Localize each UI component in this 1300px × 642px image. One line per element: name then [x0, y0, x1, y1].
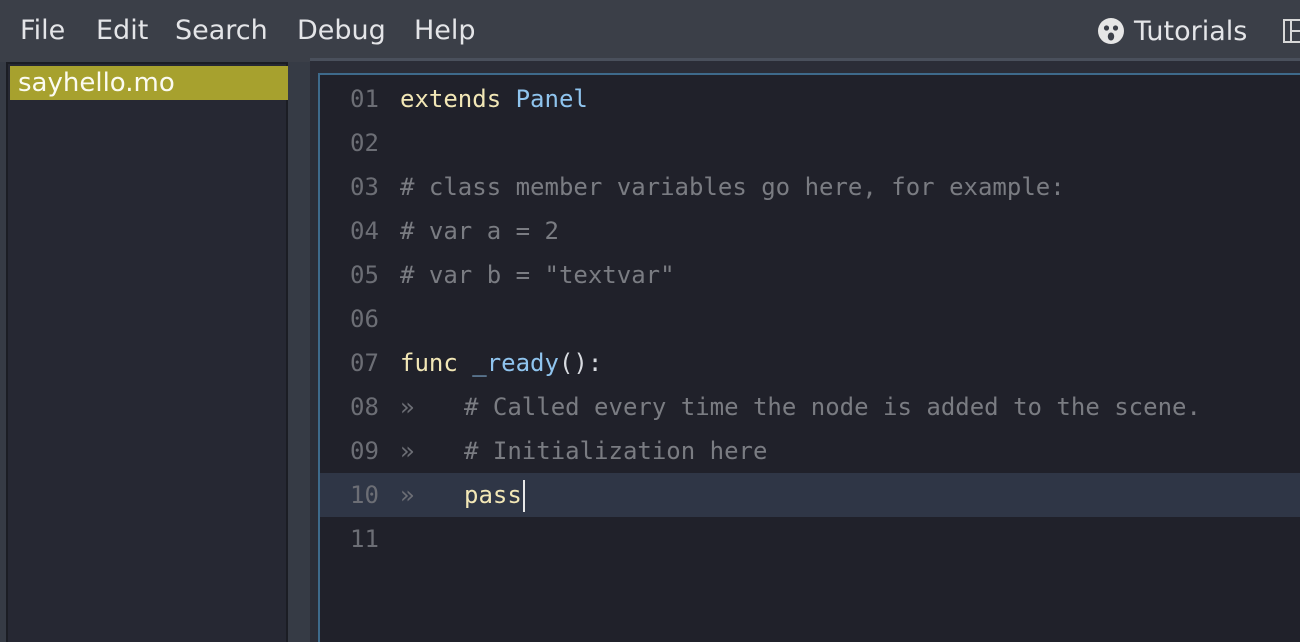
tab-indicator-icon: » — [400, 393, 415, 421]
line-number: 11 — [350, 525, 379, 553]
line-number: 02 — [350, 129, 379, 157]
code-token-keyword: func — [400, 349, 458, 377]
line-number: 07 — [350, 349, 379, 377]
menu-help[interactable]: Help — [414, 14, 476, 48]
line-number: 04 — [350, 217, 379, 245]
code-line[interactable]: 05 # var b = "textvar" — [320, 253, 1300, 297]
code-line[interactable]: 06 — [320, 297, 1300, 341]
code-line[interactable]: 02 — [320, 121, 1300, 165]
code-line[interactable]: 04 # var a = 2 — [320, 209, 1300, 253]
menu-search[interactable]: Search — [175, 14, 268, 48]
code-token-function: _ready — [472, 349, 559, 377]
code-token-comment: # var a = 2 — [400, 217, 559, 245]
code-token-type: Panel — [515, 85, 588, 113]
menu-file[interactable]: File — [20, 14, 65, 48]
tab-indicator-icon: » — [400, 481, 415, 509]
code-text: pass — [464, 473, 525, 517]
code-line[interactable]: 09 » # Initialization here — [320, 429, 1300, 473]
code-token-plain: (): — [558, 349, 603, 377]
code-token-keyword: pass — [464, 481, 522, 509]
code-text: func _ready(): — [400, 341, 602, 385]
code-token-comment: # class member variables go here, for ex… — [400, 173, 1065, 201]
code-text: # Initialization here — [464, 429, 767, 473]
line-number: 01 — [350, 85, 379, 113]
code-token-comment: # var b = "textvar" — [400, 261, 675, 289]
line-number: 05 — [350, 261, 379, 289]
panel-divider[interactable] — [288, 62, 310, 642]
line-number: 10 — [350, 481, 379, 509]
code-line[interactable]: 10 » pass — [320, 473, 1300, 517]
line-number: 03 — [350, 173, 379, 201]
menu-edit[interactable]: Edit — [96, 14, 148, 48]
code-token-comment: # Initialization here — [464, 437, 768, 465]
code-line[interactable]: 07 func _ready(): — [320, 341, 1300, 385]
line-number: 06 — [350, 305, 379, 333]
script-list-item[interactable]: sayhello.mo — [10, 66, 288, 100]
text-cursor — [522, 480, 525, 512]
line-number: 09 — [350, 437, 379, 465]
script-list-panel: sayhello.mo — [6, 62, 288, 642]
help-face-icon — [1096, 16, 1126, 46]
menu-bar: File Edit Search Debug Help Tutorials — [0, 0, 1300, 62]
tutorials-button[interactable]: Tutorials — [1096, 14, 1247, 48]
tutorials-label: Tutorials — [1134, 15, 1248, 47]
code-text: # var b = "textvar" — [400, 253, 675, 297]
code-text: extends Panel — [400, 77, 588, 121]
code-text: # Called every time the node is added to… — [464, 385, 1201, 429]
code-line[interactable]: 03 # class member variables go here, for … — [320, 165, 1300, 209]
dock-split-icon[interactable] — [1282, 17, 1300, 45]
code-line[interactable]: 01 extends Panel — [320, 77, 1300, 121]
code-line[interactable]: 11 — [320, 517, 1300, 561]
menu-debug[interactable]: Debug — [297, 14, 386, 48]
tab-indicator-icon: » — [400, 437, 415, 465]
code-editor[interactable]: 01 extends Panel 02 03 # class member variab… — [318, 73, 1300, 642]
code-text: # var a = 2 — [400, 209, 559, 253]
line-number: 08 — [350, 393, 379, 421]
code-text: # class member variables go here, for ex… — [400, 165, 1065, 209]
code-token-keyword: extends — [400, 85, 502, 113]
code-line[interactable]: 08 » # Called every time the node is added… — [320, 385, 1300, 429]
code-token-comment: # Called every time the node is added to… — [464, 393, 1201, 421]
